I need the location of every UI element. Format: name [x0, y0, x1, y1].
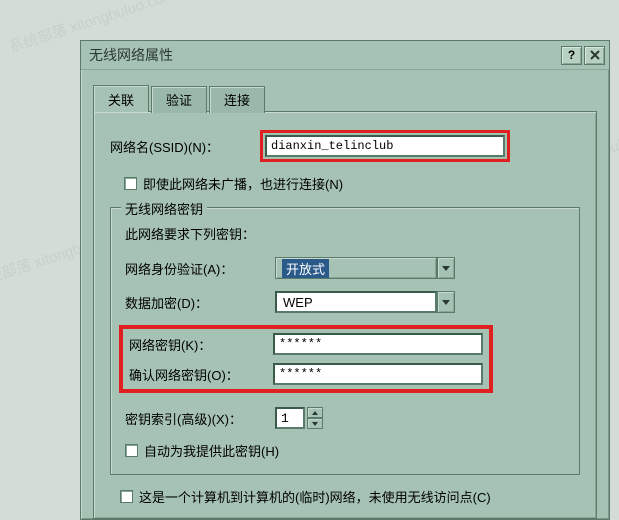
wireless-key-fieldset: 无线网络密钥 此网络要求下列密钥： 网络身份验证(A)： 开放式 数据加密(D — [110, 207, 580, 475]
auto-key-checkbox[interactable] — [125, 444, 138, 457]
tab-strip: 关联 验证 连接 — [93, 84, 597, 111]
encryption-dropdown-button[interactable] — [437, 291, 455, 313]
arrow-up-icon — [312, 411, 318, 415]
auto-key-label: 自动为我提供此密钥(H) — [144, 441, 279, 460]
ssid-highlight — [260, 130, 510, 162]
adhoc-label: 这是一个计算机到计算机的(临时)网络，未使用无线访问点(C) — [139, 487, 491, 506]
broadcast-checkbox[interactable] — [124, 177, 137, 190]
close-icon — [590, 50, 600, 60]
arrow-down-icon — [312, 422, 318, 426]
ssid-input[interactable] — [265, 135, 505, 157]
chevron-down-icon — [442, 266, 450, 271]
key-index-value[interactable]: 1 — [275, 407, 305, 429]
encryption-select[interactable]: WEP — [275, 291, 455, 313]
broadcast-label: 即使此网络未广播，也进行连接(N) — [143, 174, 343, 193]
key-note: 此网络要求下列密钥： — [125, 224, 565, 243]
key-index-down[interactable] — [307, 418, 323, 429]
network-key-input[interactable] — [273, 333, 483, 355]
key-index-spinner[interactable]: 1 — [275, 407, 323, 429]
fieldset-legend: 无线网络密钥 — [121, 199, 207, 218]
auth-value: 开放式 — [282, 259, 329, 278]
dialog-title: 无线网络属性 — [89, 45, 559, 65]
auth-label: 网络身份验证(A)： — [125, 259, 275, 278]
association-panel: 网络名(SSID)(N)： 即使此网络未广播，也进行连接(N) 无线网络密钥 此… — [93, 111, 597, 519]
network-key-label: 网络密钥(K)： — [129, 335, 273, 354]
key-highlight-group: 网络密钥(K)： 确认网络密钥(O)： — [119, 325, 493, 393]
auth-select[interactable]: 开放式 — [275, 257, 455, 279]
wireless-properties-dialog: 无线网络属性 ? 关联 验证 连接 网络名(SSID)(N)： — [80, 40, 610, 520]
auth-dropdown-button[interactable] — [437, 257, 455, 279]
close-button[interactable] — [584, 46, 605, 65]
tab-association[interactable]: 关联 — [93, 85, 149, 112]
tab-connection[interactable]: 连接 — [209, 86, 265, 113]
help-button[interactable]: ? — [561, 46, 582, 65]
key-index-label: 密钥索引(高级)(X)： — [125, 409, 275, 428]
encryption-value: WEP — [283, 295, 313, 310]
encryption-label: 数据加密(D)： — [125, 293, 275, 312]
ssid-label: 网络名(SSID)(N)： — [110, 137, 260, 156]
chevron-down-icon — [442, 300, 450, 305]
confirm-key-label: 确认网络密钥(O)： — [129, 365, 273, 384]
tab-authentication[interactable]: 验证 — [151, 86, 207, 113]
confirm-key-input[interactable] — [273, 363, 483, 385]
titlebar: 无线网络属性 ? — [81, 41, 609, 70]
key-index-up[interactable] — [307, 407, 323, 418]
adhoc-checkbox[interactable] — [120, 490, 133, 503]
